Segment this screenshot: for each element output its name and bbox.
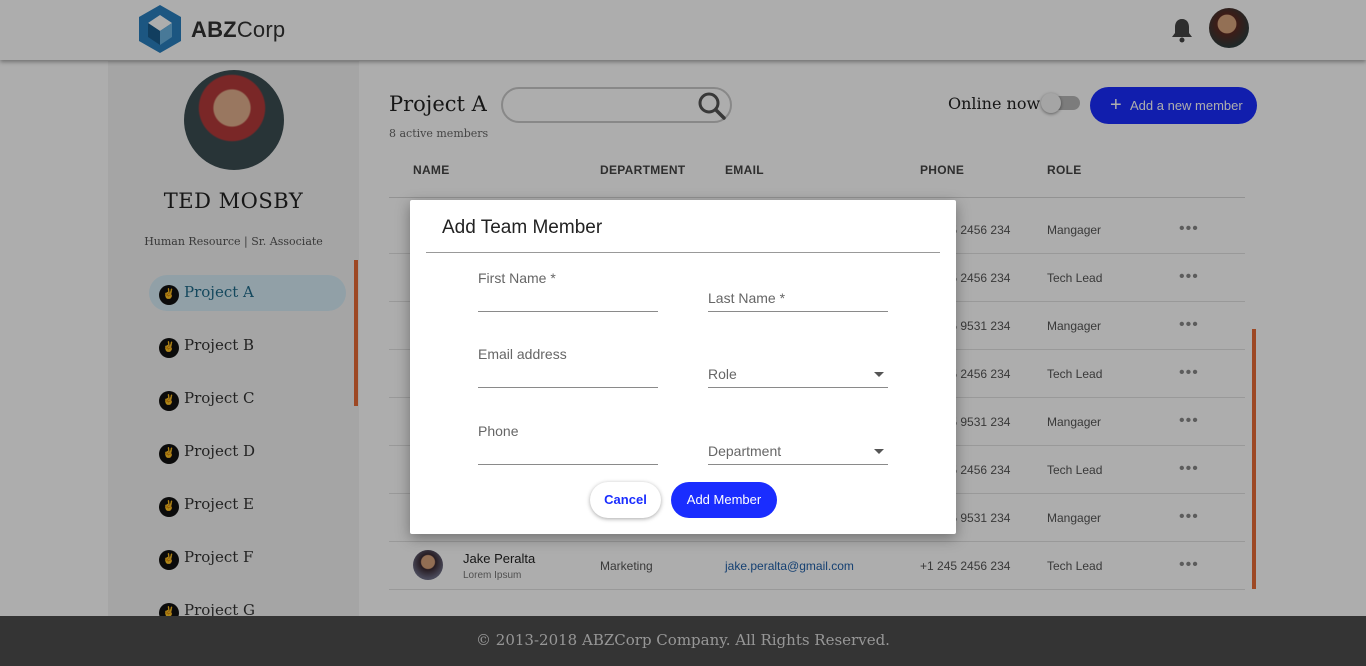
role-select[interactable]: Role — [708, 366, 888, 388]
last-name-label: Last Name * — [708, 290, 786, 306]
cancel-button[interactable]: Cancel — [590, 482, 661, 518]
phone-label: Phone — [478, 423, 519, 439]
role-label: Role — [708, 366, 737, 382]
phone-field[interactable]: Phone — [478, 423, 658, 465]
first-name-field[interactable]: First Name * — [478, 270, 658, 312]
department-label: Department — [708, 443, 782, 459]
add-team-member-dialog: Add Team Member First Name * Last Name *… — [410, 200, 956, 534]
dialog-divider — [426, 252, 940, 253]
last-name-field[interactable]: Last Name * — [708, 290, 888, 312]
department-select[interactable]: Department — [708, 443, 888, 465]
dialog-title: Add Team Member — [442, 217, 603, 238]
email-field[interactable]: Email address — [478, 346, 658, 388]
add-member-submit-button[interactable]: Add Member — [671, 482, 777, 518]
first-name-label: First Name * — [478, 270, 556, 286]
chevron-down-icon — [874, 372, 884, 377]
email-label: Email address — [478, 346, 567, 362]
chevron-down-icon — [874, 449, 884, 454]
